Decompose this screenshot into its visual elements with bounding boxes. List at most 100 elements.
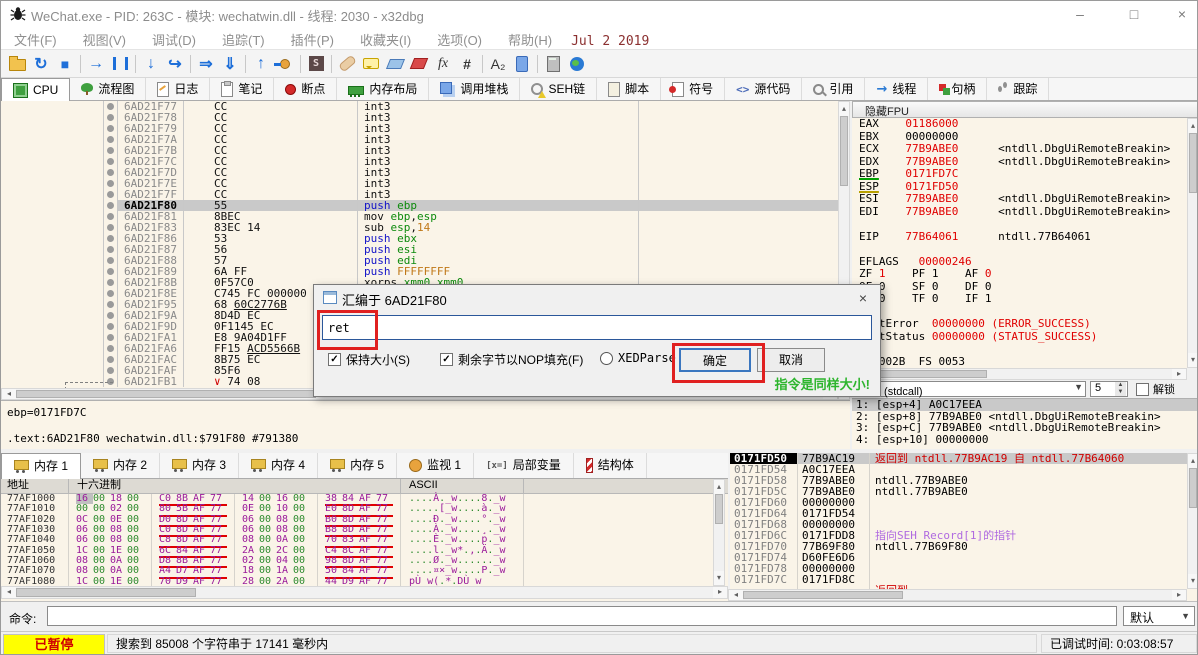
shortcuts-icon[interactable]: # <box>455 53 479 75</box>
breakpoint-dot-icon[interactable] <box>107 224 114 231</box>
disasm-bytes[interactable]: 55 <box>184 200 358 211</box>
breakpoint-dot-icon[interactable] <box>107 235 114 242</box>
disasm-bytes[interactable]: CC <box>184 101 358 112</box>
tab-日志[interactable]: 日志 <box>146 78 210 100</box>
about-icon[interactable] <box>565 53 589 75</box>
disasm-comment[interactable] <box>639 200 838 211</box>
breakpoint-dot-icon[interactable] <box>107 323 114 330</box>
tab-调用堆栈[interactable]: 调用堆栈 <box>429 78 520 100</box>
tab-CPU[interactable]: CPU <box>1 78 70 101</box>
tab-符号[interactable]: 符号 <box>661 78 725 100</box>
tab-脚本[interactable]: 脚本 <box>597 78 661 100</box>
stack-row[interactable]: 0171FD7C0171FD8C <box>730 574 1198 585</box>
ok-button[interactable]: 确定 <box>679 348 751 372</box>
breakpoint-gutter[interactable] <box>104 156 118 167</box>
argument-row[interactable]: 4: [esp+10] 00000000 <box>852 434 1198 446</box>
breakpoint-gutter[interactable] <box>104 255 118 266</box>
tab-结构体[interactable]: 结构体 <box>574 453 647 478</box>
register-line[interactable]: LastStatus 00000000 (STATUS_SUCCESS) <box>852 331 1187 344</box>
hide-fpu-button[interactable]: 隐藏FPU <box>852 101 1198 118</box>
breakpoint-dot-icon[interactable] <box>107 356 114 363</box>
breakpoint-dot-icon[interactable] <box>107 312 114 319</box>
breakpoint-gutter[interactable] <box>104 354 118 365</box>
breakpoint-gutter[interactable] <box>104 211 118 222</box>
tab-笔记[interactable]: 笔记 <box>210 78 274 100</box>
radio-icon[interactable] <box>600 352 613 365</box>
pause-icon[interactable] <box>108 53 132 75</box>
run-to-user-code-icon[interactable] <box>273 53 297 75</box>
disasm-bytes[interactable]: CC <box>184 134 358 145</box>
disasm-comment[interactable] <box>639 233 838 244</box>
disasm-comment[interactable] <box>639 112 838 123</box>
breakpoint-dot-icon[interactable] <box>107 158 114 165</box>
stack-row[interactable]: 0171FD640171FD54 <box>730 508 1198 519</box>
breakpoint-dot-icon[interactable] <box>107 213 114 220</box>
disasm-bytes[interactable]: CC <box>184 167 358 178</box>
breakpoint-dot-icon[interactable] <box>107 202 114 209</box>
disasm-bytes[interactable]: CC <box>184 156 358 167</box>
breakpoint-gutter[interactable] <box>104 288 118 299</box>
maximize-button[interactable]: □ <box>1111 1 1157 27</box>
breakpoint-gutter[interactable] <box>104 244 118 255</box>
disasm-bytes[interactable]: 57 <box>184 255 358 266</box>
step-out-icon[interactable]: ↑ <box>249 53 273 75</box>
unlock-checkbox[interactable]: 解锁 <box>1136 381 1175 397</box>
disasm-comment[interactable] <box>639 134 838 145</box>
tab-内存 3[interactable]: 内存 3 <box>160 453 239 478</box>
tab-内存 5[interactable]: 内存 5 <box>318 453 397 478</box>
breakpoint-dot-icon[interactable] <box>107 345 114 352</box>
tab-监视 1[interactable]: 监视 1 <box>397 453 474 478</box>
breakpoint-dot-icon[interactable] <box>107 180 114 187</box>
breakpoint-gutter[interactable] <box>104 167 118 178</box>
disasm-bytes[interactable]: CC <box>184 145 358 156</box>
command-input[interactable] <box>47 606 1117 626</box>
breakpoint-gutter[interactable] <box>104 343 118 354</box>
restart-icon[interactable]: ↻ <box>29 53 53 75</box>
disasm-comment[interactable] <box>639 145 838 156</box>
breakpoint-dot-icon[interactable] <box>107 147 114 154</box>
breakpoint-dot-icon[interactable] <box>107 114 114 121</box>
breakpoint-gutter[interactable] <box>104 332 118 343</box>
stack-row[interactable]: 0171FD6C0171FDD8指向SEH_Record[1]的指针 <box>730 530 1198 541</box>
disasm-comment[interactable] <box>639 211 838 222</box>
bookmarks-icon[interactable] <box>407 53 431 75</box>
disasm-bytes[interactable]: 83EC 14 <box>184 222 358 233</box>
breakpoint-gutter[interactable] <box>104 200 118 211</box>
breakpoint-gutter[interactable] <box>104 299 118 310</box>
tab-引用[interactable]: 引用 <box>802 78 865 100</box>
breakpoint-dot-icon[interactable] <box>107 169 114 176</box>
disasm-bytes[interactable]: 56 <box>184 244 358 255</box>
calculator-icon[interactable] <box>541 53 565 75</box>
disasm-instruction[interactable]: int3 <box>358 167 639 178</box>
disasm-comment[interactable] <box>639 255 838 266</box>
tab-断点[interactable]: 断点 <box>274 78 337 100</box>
cancel-button[interactable]: 取消 <box>757 348 825 372</box>
breakpoint-dot-icon[interactable] <box>107 246 114 253</box>
disasm-comment[interactable] <box>639 178 838 189</box>
disasm-comment[interactable] <box>639 123 838 134</box>
tab-跟踪[interactable]: 跟踪 <box>987 78 1049 100</box>
keep-size-checkbox[interactable]: ✓ 保持大小(S) <box>328 351 410 368</box>
stack-panel[interactable]: 0171FD5077B9AC19返回到 ntdll.77B9AC19 自 ntd… <box>728 453 1198 601</box>
breakpoint-gutter[interactable] <box>104 145 118 156</box>
command-script-dropdown[interactable]: 默认 ▼ <box>1123 606 1195 626</box>
minimize-button[interactable]: – <box>1057 1 1103 27</box>
argument-row[interactable]: 1: [esp+4] A0C17EEA <box>852 399 1198 411</box>
attach-icon[interactable] <box>510 53 534 75</box>
tab-局部变量[interactable]: [x=]局部变量 <box>474 453 574 478</box>
breakpoint-dot-icon[interactable] <box>107 334 114 341</box>
tab-句柄[interactable]: 句柄 <box>928 78 987 100</box>
breakpoint-gutter[interactable] <box>104 310 118 321</box>
registers-panel[interactable]: EAX 01186000EBX 00000000ECX 77B9ABE0 <nt… <box>852 118 1187 368</box>
stack-row[interactable]: 0171FD7800000000 <box>730 563 1198 574</box>
stack-row[interactable]: 0171FD5C77B9ABE0ntdll.77B9ABE0 <box>730 486 1198 497</box>
tab-源代码[interactable]: <>源代码 <box>725 78 802 100</box>
stack-row[interactable]: 0171FD6000000000 <box>730 497 1198 508</box>
assemble-instruction-input[interactable] <box>322 315 872 340</box>
disasm-instruction[interactable]: int3 <box>358 145 639 156</box>
execute-till-return-icon[interactable]: ⇓ <box>218 53 242 75</box>
stack-row[interactable]: 0171FD5877B9ABE0ntdll.77B9ABE0 <box>730 475 1198 486</box>
disasm-instruction[interactable]: int3 <box>358 123 639 134</box>
breakpoint-gutter[interactable] <box>104 101 118 112</box>
breakpoint-dot-icon[interactable] <box>107 367 114 374</box>
